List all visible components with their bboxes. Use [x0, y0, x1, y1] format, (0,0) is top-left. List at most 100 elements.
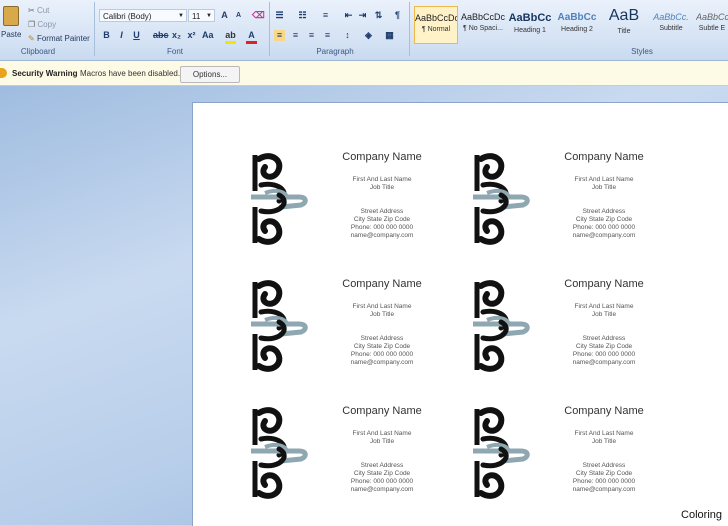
cut-button[interactable]: ✂ Cut [28, 6, 49, 15]
card-city: City State Zip Code [575, 216, 633, 223]
clear-formatting-icon[interactable]: ⌫ [252, 10, 265, 21]
bold-icon[interactable]: B [101, 30, 112, 41]
company-name: Company Name [342, 278, 422, 290]
style-name: Heading 1 [514, 27, 546, 34]
font-name-select[interactable]: Calibri (Body) ▼ [99, 9, 187, 22]
style-sample: AaBbCс [508, 12, 552, 24]
line-spacing-icon[interactable]: ↕ [342, 30, 353, 41]
increase-indent-icon[interactable]: ⇥ [357, 10, 368, 21]
font-size-value: 11 [192, 12, 201, 21]
bullets-icon[interactable]: ☰ [274, 10, 285, 21]
card-phone: Phone: 000 000 0000 [350, 478, 414, 485]
warning-icon [0, 68, 7, 78]
company-name: Company Name [564, 278, 644, 290]
copy-button[interactable]: ❐ Copy [28, 20, 56, 29]
shrink-font-icon[interactable]: A [233, 10, 244, 21]
show-hide-icon[interactable]: ¶ [392, 10, 403, 21]
decrease-indent-icon[interactable]: ⇤ [343, 10, 354, 21]
card-phone: Phone: 000 000 0000 [572, 351, 636, 358]
align-left-icon[interactable]: ≡ [274, 30, 285, 41]
highlight-icon[interactable]: ab [225, 30, 236, 44]
business-card: Company Name First And Last Name Job Title… [248, 151, 451, 261]
chevron-down-icon: ▼ [206, 13, 212, 19]
business-card: Company Name First And Last Name Job Title… [470, 151, 673, 261]
shading-icon[interactable]: ◈ [363, 30, 374, 41]
style-sample: AaBbCc. [653, 12, 689, 22]
card-phone: Phone: 000 000 0000 [572, 224, 636, 231]
security-message-bar: Security Warning Macros have been disabl… [0, 61, 728, 86]
paragraph-group-label: Paragraph [316, 47, 354, 56]
styles-group-label: Styles [631, 47, 653, 56]
separator [269, 2, 270, 56]
chevron-down-icon: ▼ [178, 13, 184, 19]
card-name-line: First And Last Name [352, 303, 412, 310]
style-no-spacing[interactable]: AaBbCcDc ¶ No Spaci... [461, 6, 505, 44]
card-job-title: Job Title [369, 184, 395, 191]
sort-icon[interactable]: ⇅ [373, 10, 384, 21]
format-painter-button[interactable]: ✎ Format Painter [28, 34, 90, 43]
options-button[interactable]: Options... [180, 66, 240, 83]
paste-button[interactable]: Paste [0, 4, 22, 42]
security-warning-text: Macros have been disabled. [80, 69, 181, 78]
style-sample: AaBbCcDc [415, 13, 457, 23]
style-subtitle[interactable]: AaBbCc. Subtitle [649, 6, 693, 44]
style-heading-1[interactable]: AaBbCс Heading 1 [508, 6, 552, 44]
card-email: name@company.com [350, 359, 414, 366]
subscript-icon[interactable]: x₂ [171, 30, 182, 41]
company-name: Company Name [564, 405, 644, 417]
style-normal[interactable]: AaBbCcDc ¶ Normal [414, 6, 458, 44]
change-case-icon[interactable]: Aa [202, 30, 214, 41]
underline-icon[interactable]: U [131, 30, 142, 41]
style-title[interactable]: AaB Title [602, 6, 646, 44]
scissors-icon: ✂ [28, 6, 35, 15]
paste-icon [3, 6, 19, 26]
superscript-icon[interactable]: x² [186, 30, 197, 41]
strikethrough-icon[interactable]: abc [153, 30, 169, 41]
style-heading-2[interactable]: AaBbCc Heading 2 [555, 6, 599, 44]
font-color-icon[interactable]: A [246, 30, 257, 44]
business-card: Company Name First And Last Name Job Title… [248, 278, 451, 388]
ribbon: Paste ✂ Cut ❐ Copy ✎ Format Painter Clip… [0, 0, 728, 61]
card-name-line: First And Last Name [352, 430, 412, 437]
font-group-label: Font [166, 47, 183, 56]
card-job-title: Job Title [369, 311, 395, 318]
ornament-icon [248, 405, 311, 500]
ornament-icon [248, 278, 311, 373]
style-sample: AaBbCcDc [461, 12, 505, 22]
card-city: City State Zip Code [353, 216, 411, 223]
style-subtle-emphasis[interactable]: AaBbCcL Subtle E [696, 6, 728, 44]
document-page[interactable]: Company Name First And Last Name Job Title… [192, 102, 728, 526]
multilevel-list-icon[interactable]: ≡ [320, 10, 331, 21]
business-card: Company Name First And Last Name Job Title… [470, 278, 673, 388]
card-city: City State Zip Code [575, 343, 633, 350]
style-sample: AaBbCc [557, 12, 597, 23]
card-city: City State Zip Code [353, 343, 411, 350]
company-name: Company Name [342, 405, 422, 417]
copy-label: Copy [37, 20, 57, 29]
ornament-icon [470, 278, 533, 373]
numbering-icon[interactable]: ☷ [297, 10, 308, 21]
justify-icon[interactable]: ≡ [322, 30, 333, 41]
card-job-title: Job Title [369, 438, 395, 445]
ornament-icon [470, 405, 533, 500]
card-email: name@company.com [350, 486, 414, 493]
font-size-select[interactable]: 11 ▼ [188, 9, 215, 22]
align-center-icon[interactable]: ≡ [290, 30, 301, 41]
style-sample: AaBbCcL [696, 12, 728, 22]
italic-icon[interactable]: I [116, 30, 127, 41]
card-email: name@company.com [350, 232, 414, 239]
style-name: Heading 2 [561, 26, 593, 33]
card-street: Street Address [360, 462, 404, 469]
card-job-title: Job Title [591, 311, 617, 318]
copy-icon: ❐ [28, 20, 36, 29]
card-email: name@company.com [572, 232, 636, 239]
align-right-icon[interactable]: ≡ [306, 30, 317, 41]
watermark-text: Coloring [681, 509, 722, 521]
borders-icon[interactable]: ▦ [384, 30, 395, 41]
style-name: ¶ Normal [421, 26, 451, 33]
security-warning-label: Security Warning [12, 69, 78, 78]
font-name-value: Calibri (Body) [103, 12, 152, 21]
style-name: ¶ No Spaci... [463, 25, 503, 32]
style-name: Subtle E [698, 25, 726, 32]
grow-font-icon[interactable]: A [219, 10, 230, 21]
